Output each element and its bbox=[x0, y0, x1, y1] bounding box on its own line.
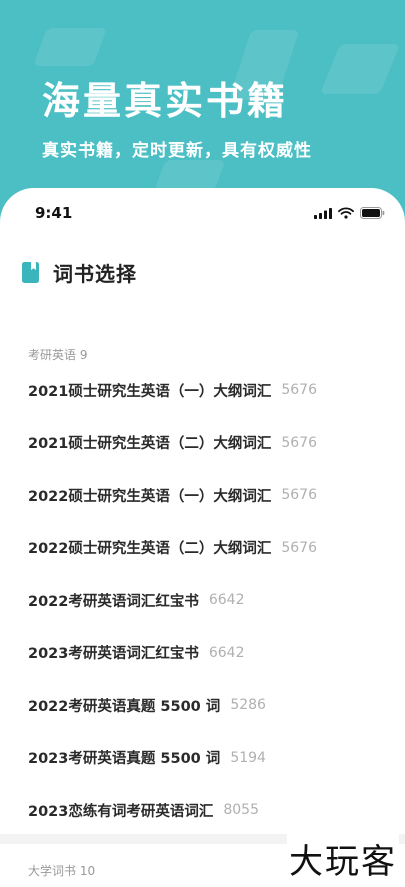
word-count: 5194 bbox=[230, 749, 266, 766]
book-name: 2021硕士研究生英语（二）大纲词汇 bbox=[28, 436, 272, 453]
list-item[interactable]: 2021硕士研究生英语（一）大纲词汇 5676 bbox=[0, 364, 405, 417]
banner-subtitle: 真实书籍，定时更新，具有权威性 bbox=[42, 141, 312, 161]
word-count: 5676 bbox=[281, 487, 317, 504]
book-name: 2022硕士研究生英语（二）大纲词汇 bbox=[28, 541, 272, 558]
status-bar: 9:41 bbox=[0, 188, 405, 238]
word-count: 5676 bbox=[281, 382, 317, 399]
book-name: 2023考研英语真题 5500 词 bbox=[28, 751, 221, 768]
book-name: 2023考研英语词汇红宝书 bbox=[28, 646, 199, 663]
list-item[interactable]: 2022硕士研究生英语（二）大纲词汇 5676 bbox=[0, 522, 405, 575]
word-count: 5676 bbox=[281, 539, 317, 556]
book-name: 2022考研英语真题 5500 词 bbox=[28, 698, 221, 715]
list-item[interactable]: 2023恋练有词考研英语词汇 8055 bbox=[0, 784, 405, 837]
book-icon bbox=[22, 262, 39, 283]
book-name: 2023恋练有词考研英语词汇 bbox=[28, 803, 214, 820]
promo-banner: 海量真实书籍 真实书籍，定时更新，具有权威性 bbox=[0, 0, 405, 200]
battery-icon bbox=[360, 207, 385, 219]
list-item[interactable]: 2022考研英语词汇红宝书 6642 bbox=[0, 574, 405, 627]
list-item[interactable]: 2022考研英语真题 5500 词 5286 bbox=[0, 679, 405, 732]
watermark-logo: 大玩客 bbox=[287, 834, 399, 883]
wifi-icon bbox=[338, 207, 354, 219]
section-label-daxue: 大学词书 10 bbox=[28, 864, 96, 878]
word-count: 6642 bbox=[208, 644, 245, 661]
banner-decoration bbox=[319, 44, 401, 94]
page-title: 词书选择 bbox=[53, 262, 137, 286]
word-count: 5286 bbox=[230, 697, 266, 714]
word-count: 5676 bbox=[281, 434, 317, 451]
banner-decoration bbox=[154, 160, 226, 190]
banner-decoration bbox=[33, 28, 107, 66]
list-item[interactable]: 2023考研英语词汇红宝书 6642 bbox=[0, 627, 405, 680]
page-header: 词书选择 bbox=[22, 258, 137, 287]
banner-title: 海量真实书籍 bbox=[42, 79, 289, 123]
book-name: 2022硕士研究生英语（一）大纲词汇 bbox=[28, 488, 272, 505]
signal-icon bbox=[314, 208, 332, 219]
book-name: 2022考研英语词汇红宝书 bbox=[28, 593, 199, 610]
book-list: 2021硕士研究生英语（一）大纲词汇 5676 2021硕士研究生英语（二）大纲… bbox=[0, 364, 405, 837]
book-name: 2021硕士研究生英语（一）大纲词汇 bbox=[28, 383, 272, 400]
word-count: 6642 bbox=[208, 592, 245, 609]
list-item[interactable]: 2023考研英语真题 5500 词 5194 bbox=[0, 732, 405, 785]
section-label-kaoyan: 考研英语 9 bbox=[28, 348, 88, 362]
list-item[interactable]: 2022硕士研究生英语（一）大纲词汇 5676 bbox=[0, 469, 405, 522]
list-item[interactable]: 2021硕士研究生英语（二）大纲词汇 5676 bbox=[0, 417, 405, 470]
status-time: 9:41 bbox=[35, 204, 73, 222]
word-count: 8055 bbox=[223, 802, 259, 819]
status-icons bbox=[314, 207, 385, 219]
phone-screen: 9:41 词书选择 考研英语 9 2021硕士研究生英语（一）大纲词汇 5676… bbox=[0, 188, 405, 887]
